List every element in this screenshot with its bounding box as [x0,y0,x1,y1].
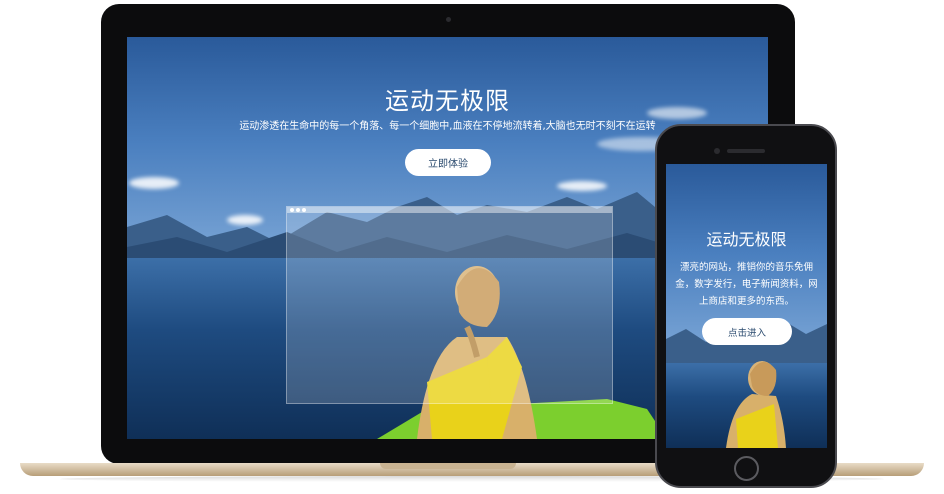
phone-screen: 运动无极限 漂亮的网站，推销你的音乐免佣金，数字发行，电子新闻资料，网上商店和更… [666,164,827,448]
enter-button[interactable]: 点击进入 [702,318,792,345]
home-button-icon[interactable] [734,456,759,481]
try-now-button[interactable]: 立即体验 [405,149,491,176]
camera-icon [446,17,451,22]
browser-window-overlay [286,206,613,404]
front-camera-icon [714,148,720,154]
browser-titlebar [287,207,612,213]
speaker-icon [727,149,765,153]
window-dot-icon [302,208,306,212]
hero-title: 运动无极限 [385,87,510,115]
phone-hero-title: 运动无极限 [706,230,787,249]
laptop-notch [380,463,516,469]
window-dot-icon [296,208,300,212]
window-dot-icon [290,208,294,212]
phone-hero-text: 漂亮的网站，推销你的音乐免佣金，数字发行，电子新闻资料，网上商店和更多的东西。 [675,262,818,307]
